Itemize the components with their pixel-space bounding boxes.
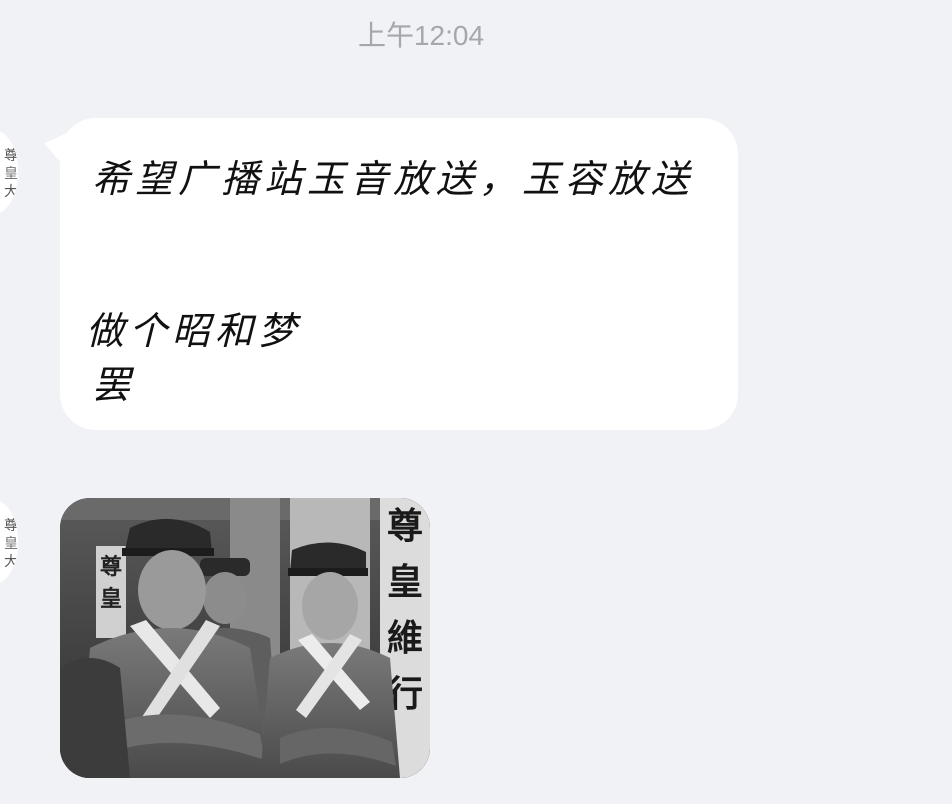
svg-text:尊: 尊 [4, 147, 18, 164]
avatar-icon: 尊 皇 大 [0, 130, 18, 214]
avatar-icon: 尊 皇 大 [0, 500, 18, 584]
message-image[interactable]: 尊 皇 維 行 尊 皇 [60, 498, 430, 778]
contact-avatar[interactable]: 尊 皇 大 [0, 130, 18, 214]
banner-char: 尊 [387, 505, 423, 547]
message-text-line: 做个昭和梦 [86, 309, 302, 353]
banner-char: 皇 [387, 561, 423, 603]
svg-text:大: 大 [4, 184, 18, 200]
svg-text:尊: 尊 [4, 517, 18, 534]
photo-soldiers-image: 尊 皇 維 行 尊 皇 [60, 498, 430, 778]
contact-avatar[interactable]: 尊 皇 大 [0, 500, 18, 584]
message-text-line: 罢 [92, 363, 136, 407]
banner-char: 皇 [100, 586, 122, 612]
chat-view: 上午12:04 尊 皇 大 希望广播站玉音放送，玉容放送 做个昭和梦 罢 尊 皇… [0, 0, 952, 804]
banner-char: 尊 [100, 554, 122, 580]
message-text-line: 希望广播站玉音放送，玉容放送 [92, 157, 695, 201]
svg-text:大: 大 [4, 554, 18, 570]
message-timestamp: 上午12:04 [357, 20, 485, 51]
svg-text:皇: 皇 [4, 166, 18, 182]
message-bubble-text[interactable]: 希望广播站玉音放送，玉容放送 做个昭和梦 罢 [60, 118, 738, 430]
svg-text:皇: 皇 [4, 536, 18, 552]
banner-char: 維 [387, 617, 423, 659]
